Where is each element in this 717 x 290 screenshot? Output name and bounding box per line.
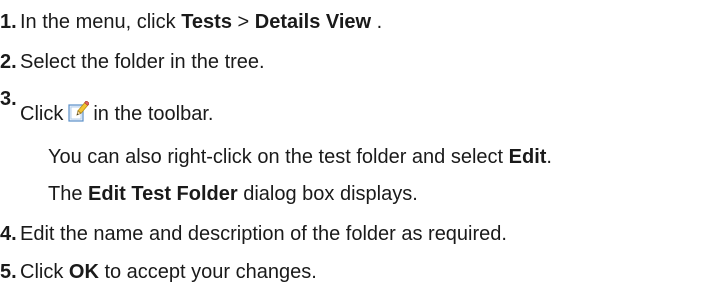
step-text-pre: In the menu, click xyxy=(20,11,182,33)
note-text-pre: You can also right-click on the test fol… xyxy=(48,146,509,168)
step-number: 5. xyxy=(0,261,17,283)
step-text-pre: Click xyxy=(20,261,69,283)
note-text-post: . xyxy=(546,146,552,168)
step-number: 1. xyxy=(0,11,17,33)
menu-edit: Edit xyxy=(508,146,547,168)
step-number: 3. xyxy=(0,88,17,110)
step-text-post: to accept your changes. xyxy=(98,261,317,283)
menu-tests: Tests xyxy=(181,11,232,33)
step-text-pre: Click xyxy=(20,103,64,125)
dialog-name: Edit Test Folder xyxy=(88,183,238,205)
step-text: Edit the name and description of the fol… xyxy=(20,223,507,245)
step-3-note-dialog: The Edit Test Folder dialog box displays… xyxy=(48,182,418,206)
note-text-post: dialog box displays. xyxy=(237,183,418,205)
step-3-note-right-click: You can also right-click on the test fol… xyxy=(48,145,552,169)
menu-separator: > xyxy=(231,11,255,33)
step-text: Click OK to accept your changes. xyxy=(20,260,317,284)
step-number: 2. xyxy=(0,51,17,73)
step-number: 4. xyxy=(0,223,17,245)
step-text: Click in the toolbar. xyxy=(20,101,213,126)
note-text-pre: The xyxy=(48,183,89,205)
step-text: Select the folder in the tree. xyxy=(20,51,265,73)
edit-icon xyxy=(68,101,90,122)
step-text-post: . xyxy=(371,11,383,33)
step-text-post: in the toolbar. xyxy=(93,103,214,125)
button-ok: OK xyxy=(68,261,99,283)
step-text: In the menu, click Tests > Details View … xyxy=(20,10,382,34)
menu-details-view: Details View xyxy=(254,11,372,33)
